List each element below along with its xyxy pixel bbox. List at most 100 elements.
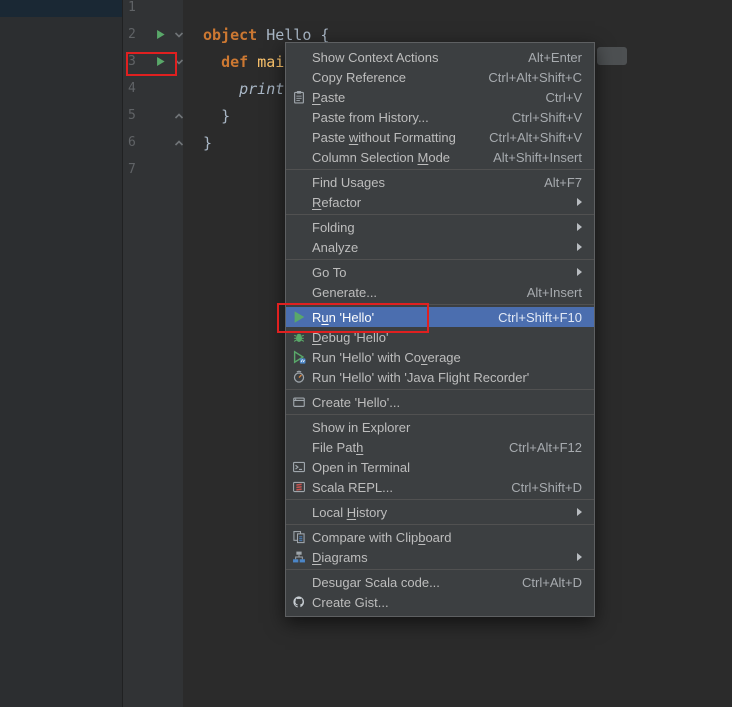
menu-item-diagrams[interactable]: Diagrams (286, 547, 594, 567)
menu-item-label: Folding (312, 219, 355, 235)
submenu-arrow-icon (577, 268, 582, 276)
menu-item-label: Paste (312, 89, 346, 105)
compare-icon (292, 530, 312, 545)
menu-item-shortcut: Ctrl+Alt+F12 (509, 439, 582, 455)
blank-icon (292, 130, 312, 145)
menu-item-label: Show in Explorer (312, 419, 411, 435)
menu-item-shortcut: Ctrl+Alt+Shift+C (488, 69, 582, 85)
menu-item-shortcut: Alt+F7 (544, 174, 582, 190)
menu-item-label: Refactor (312, 194, 362, 210)
menu-item-label: Run 'Hello' with Coverage (312, 349, 461, 365)
blank-icon (292, 110, 312, 125)
blank-icon (292, 220, 312, 235)
tooltip-remnant (597, 47, 627, 65)
profiler-icon (292, 370, 312, 385)
blank-icon (292, 420, 312, 435)
gutter-spacer (152, 162, 168, 178)
menu-separator (286, 414, 594, 415)
menu-item-copy-reference[interactable]: Copy Reference Ctrl+Alt+Shift+C (286, 67, 594, 87)
menu-separator (286, 524, 594, 525)
submenu-arrow-icon (577, 508, 582, 516)
project-panel[interactable] (0, 0, 123, 707)
menu-item-label: Desugar Scala code... (312, 574, 440, 590)
blank-icon (292, 440, 312, 455)
blank-icon (292, 505, 312, 520)
fold-down-icon[interactable] (172, 28, 186, 42)
menu-item-go-to[interactable]: Go To (286, 262, 594, 282)
menu-item-shortcut: Ctrl+Alt+Shift+V (489, 129, 582, 145)
line-number: 2 (128, 27, 136, 42)
menu-item-paste[interactable]: Paste Ctrl+V (286, 87, 594, 107)
menu-item-scala-repl[interactable]: Scala REPL... Ctrl+Shift+D (286, 477, 594, 497)
menu-item-label: File Path (312, 439, 364, 455)
gutter-spacer (152, 0, 168, 16)
menu-item-paste-without-formatting[interactable]: Paste without Formatting Ctrl+Alt+Shift+V (286, 127, 594, 147)
menu-item-shortcut: Ctrl+V (545, 89, 582, 105)
blank-icon (292, 285, 312, 300)
menu-item-label: Diagrams (312, 549, 368, 565)
editor-line: 1 (122, 0, 702, 21)
menu-separator (286, 259, 594, 260)
menu-item-shortcut: Alt+Shift+Insert (493, 149, 582, 165)
menu-item-label: Paste from History... (312, 109, 429, 125)
menu-separator (286, 169, 594, 170)
menu-item-folding[interactable]: Folding (286, 217, 594, 237)
menu-item-open-in-terminal[interactable]: Open in Terminal (286, 457, 594, 477)
menu-item-label: Copy Reference (312, 69, 406, 85)
code-token: object (203, 25, 267, 44)
menu-item-shortcut: Alt+Insert (526, 284, 582, 300)
blank-icon (292, 575, 312, 590)
menu-item-column-selection-mode[interactable]: Column Selection Mode Alt+Shift+Insert (286, 147, 594, 167)
menu-item-create-gist[interactable]: Create Gist... (286, 592, 594, 612)
menu-item-desugar-scala-code[interactable]: Desugar Scala code... Ctrl+Alt+D (286, 572, 594, 592)
menu-item-refactor[interactable]: Refactor (286, 192, 594, 212)
menu-item-analyze[interactable]: Analyze (286, 237, 594, 257)
run-line-icon[interactable] (152, 27, 168, 43)
code-line: object Hello { (186, 26, 702, 44)
line-number: 6 (128, 135, 136, 150)
menu-item-show-in-explorer[interactable]: Show in Explorer (286, 417, 594, 437)
fold-up-icon[interactable] (172, 109, 186, 123)
fold-up-icon[interactable] (172, 136, 186, 150)
menu-separator (286, 499, 594, 500)
menu-item-label: Show Context Actions (312, 49, 439, 65)
submenu-arrow-icon (577, 223, 582, 231)
submenu-arrow-icon (577, 243, 582, 251)
menu-item-show-context-actions[interactable]: Show Context Actions Alt+Enter (286, 47, 594, 67)
menu-item-local-history[interactable]: Local History (286, 502, 594, 522)
blank-icon (292, 175, 312, 190)
github-icon (292, 595, 312, 610)
diagrams-icon (292, 550, 312, 565)
menu-item-label: Run 'Hello' with 'Java Flight Recorder' (312, 369, 530, 385)
submenu-arrow-icon (577, 198, 582, 206)
menu-item-label: Paste without Formatting (312, 129, 456, 145)
annotation-box-gutter-run-icon (126, 52, 177, 76)
menu-item-run-hello-with-java-flight-recorder[interactable]: Run 'Hello' with 'Java Flight Recorder' (286, 367, 594, 387)
menu-item-create-hello[interactable]: Create 'Hello'... (286, 392, 594, 412)
menu-item-shortcut: Ctrl+Shift+V (511, 109, 582, 125)
menu-item-run-hello-with-coverage[interactable]: Run 'Hello' with Coverage (286, 347, 594, 367)
code-token: } (203, 133, 213, 152)
annotation-box-run-menu-item (277, 303, 429, 333)
menu-item-find-usages[interactable]: Find Usages Alt+F7 (286, 172, 594, 192)
menu-item-compare-with-clipboard[interactable]: Compare with Clipboard (286, 527, 594, 547)
code-token: def (221, 52, 258, 71)
menu-item-label: Open in Terminal (312, 459, 411, 475)
ide-root: { "colors": { "editor_bg": "#2b2b2b", "g… (0, 0, 732, 707)
menu-item-label: Column Selection Mode (312, 149, 451, 165)
blank-icon (292, 265, 312, 280)
menu-item-label: Analyze (312, 239, 359, 255)
line-number: 7 (128, 162, 136, 177)
menu-item-file-path[interactable]: File Path Ctrl+Alt+F12 (286, 437, 594, 457)
gutter-spacer (152, 108, 168, 124)
menu-item-generate[interactable]: Generate... Alt+Insert (286, 282, 594, 302)
menu-item-label: Compare with Clipboard (312, 529, 452, 545)
line-number: 4 (128, 81, 136, 96)
menu-item-label: Local History (312, 504, 388, 520)
blank-icon (292, 50, 312, 65)
menu-item-label: Scala REPL... (312, 479, 393, 495)
menu-item-paste-from-history[interactable]: Paste from History... Ctrl+Shift+V (286, 107, 594, 127)
submenu-arrow-icon (577, 553, 582, 561)
